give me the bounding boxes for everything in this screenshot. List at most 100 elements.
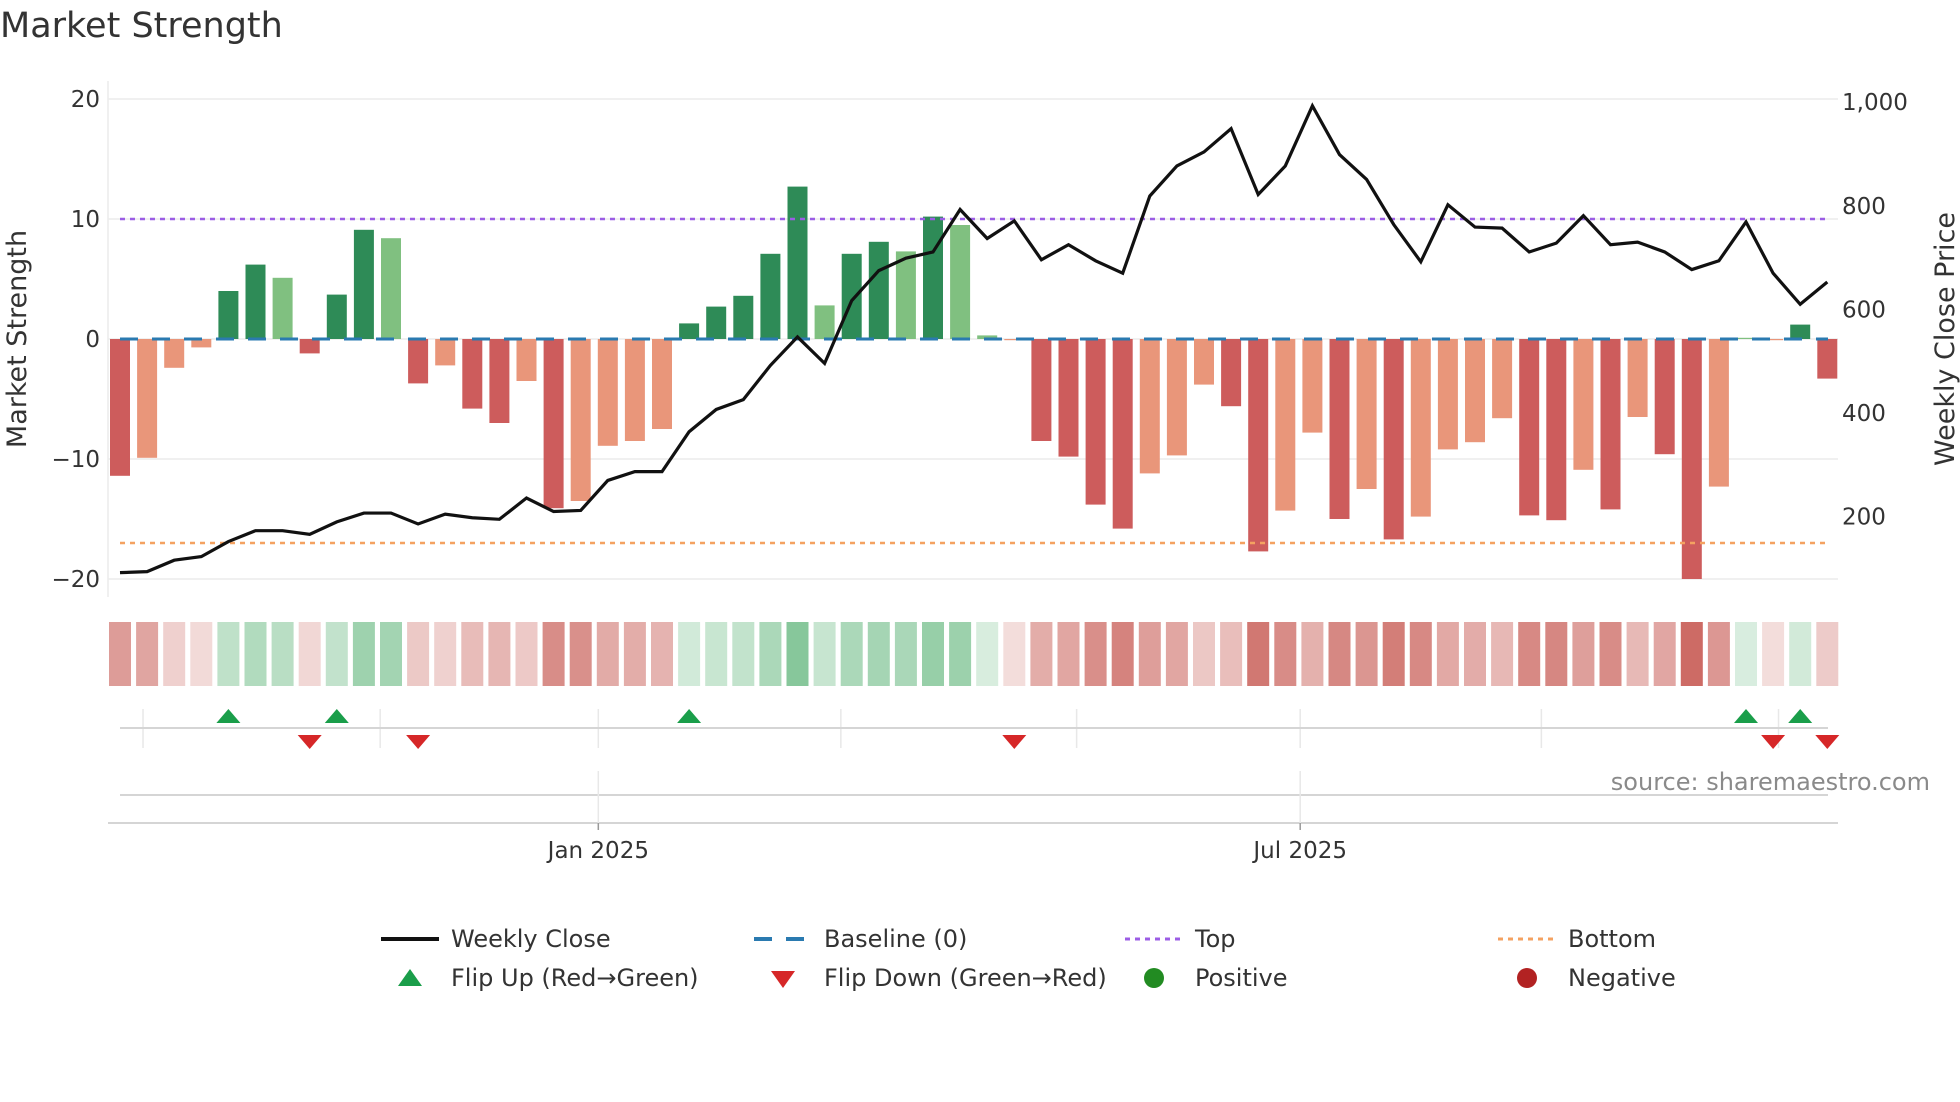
strength-bar — [1410, 339, 1431, 517]
strength-cell — [461, 622, 484, 686]
strength-bar — [245, 264, 266, 339]
strength-cell — [1464, 622, 1486, 686]
strength-cell — [136, 622, 159, 686]
strength-cell — [1301, 622, 1324, 686]
triangle-down-icon — [771, 971, 795, 988]
strength-cell — [1599, 622, 1622, 686]
y-tick-label: 20 — [71, 87, 100, 113]
strength-bar — [624, 339, 645, 441]
strength-bar — [1437, 339, 1458, 450]
strength-cell — [1165, 622, 1188, 686]
strength-bar — [1546, 339, 1567, 521]
strength-bar — [841, 253, 862, 339]
legend-label: Top — [1195, 925, 1236, 953]
strength-bar — [1112, 339, 1133, 529]
legend-top: Top — [1125, 925, 1236, 953]
strength-cell — [840, 622, 863, 686]
flip-up-marker — [677, 709, 702, 723]
strength-bar — [1248, 339, 1269, 552]
legend-bottom: Bottom — [1498, 925, 1656, 953]
legend-label: Baseline (0) — [824, 925, 968, 953]
strength-bar — [1302, 339, 1323, 433]
strength-bar — [272, 277, 293, 339]
strength-cell — [407, 622, 430, 686]
strength-bar — [895, 251, 916, 339]
strength-bar — [1627, 339, 1648, 417]
legend-label: Flip Down (Green→Red) — [824, 964, 1107, 992]
strength-bar — [489, 339, 510, 423]
strength-bar — [462, 339, 483, 409]
legend-positive: Positive — [1125, 964, 1288, 992]
strength-cell — [298, 622, 321, 686]
strength-cell — [217, 622, 240, 686]
market-strength-chart: 20 10 0 −10 −20 1,000 800 600 400 200 Market Stren… — [2, 81, 1960, 864]
circle-green-icon — [1144, 968, 1164, 988]
strength-cell — [759, 622, 782, 686]
strength-bar — [353, 229, 374, 339]
strength-bar — [814, 305, 835, 339]
flip-down-marker — [406, 735, 431, 749]
strength-cell — [705, 622, 728, 686]
legend-label: Negative — [1568, 964, 1676, 992]
strength-cell — [1653, 622, 1676, 686]
strength-cell — [922, 622, 944, 686]
strength-cell — [949, 622, 972, 686]
y-tick-label: −10 — [51, 447, 100, 473]
strength-bar — [1139, 339, 1160, 474]
strength-bar — [760, 253, 781, 339]
y-axis-title: Market Strength — [2, 230, 33, 448]
strength-bar — [543, 339, 564, 509]
strength-bar — [1356, 339, 1377, 489]
circle-red-icon — [1517, 968, 1537, 988]
triangle-up-icon — [398, 969, 422, 986]
legend-flip-up: Flip Up (Red→Green) — [381, 964, 699, 992]
y2-tick-label: 400 — [1842, 401, 1886, 427]
strength-bar — [923, 216, 943, 339]
strength-cell — [813, 622, 836, 686]
strength-cell — [867, 622, 890, 686]
strength-bar — [381, 238, 401, 339]
strength-bar — [733, 295, 754, 339]
strength-cell — [596, 622, 619, 686]
strength-cell — [651, 622, 673, 686]
strength-cell — [1328, 622, 1351, 686]
flip-up-marker — [324, 709, 349, 723]
strength-bar — [868, 241, 889, 339]
dotted-line-icon — [1125, 937, 1183, 941]
strength-cell — [271, 622, 294, 686]
strength-cell — [1735, 622, 1757, 686]
flip-down-marker — [1815, 735, 1840, 749]
legend-weekly-close: Weekly Close — [381, 925, 611, 953]
strength-cell — [1382, 622, 1405, 686]
strength-bar — [679, 323, 700, 339]
legend-baseline: Baseline (0) — [754, 925, 967, 953]
strength-bar — [110, 339, 130, 476]
strength-cell — [1518, 622, 1541, 686]
strength-cell — [163, 622, 186, 686]
strength-bar — [164, 339, 185, 368]
strength-bar — [1031, 339, 1052, 441]
flip-up-marker — [1734, 709, 1758, 723]
strength-bar — [1383, 339, 1404, 540]
strength-cell — [1707, 622, 1730, 686]
strength-bar — [1708, 339, 1729, 487]
strength-cell — [1274, 622, 1297, 686]
x-tick-label: Jul 2025 — [1251, 838, 1347, 864]
strength-cell — [380, 622, 402, 686]
strength-bar — [1194, 339, 1214, 385]
legend-flip-down: Flip Down (Green→Red) — [754, 964, 1107, 992]
flip-up-marker — [1788, 709, 1813, 723]
dashed-line-icon — [754, 937, 812, 941]
strength-bar — [1519, 339, 1540, 516]
strength-bar — [652, 339, 672, 429]
strength-cell — [732, 622, 755, 686]
strength-cell — [542, 622, 565, 686]
y2-tick-label: 800 — [1842, 194, 1886, 220]
strength-cell — [1084, 622, 1107, 686]
flip-up-marker — [216, 709, 241, 723]
strength-cell — [1355, 622, 1378, 686]
strength-cell — [678, 622, 701, 686]
strength-bar — [1790, 324, 1811, 339]
strength-bar — [1221, 339, 1242, 407]
legend-negative: Negative — [1498, 964, 1676, 992]
